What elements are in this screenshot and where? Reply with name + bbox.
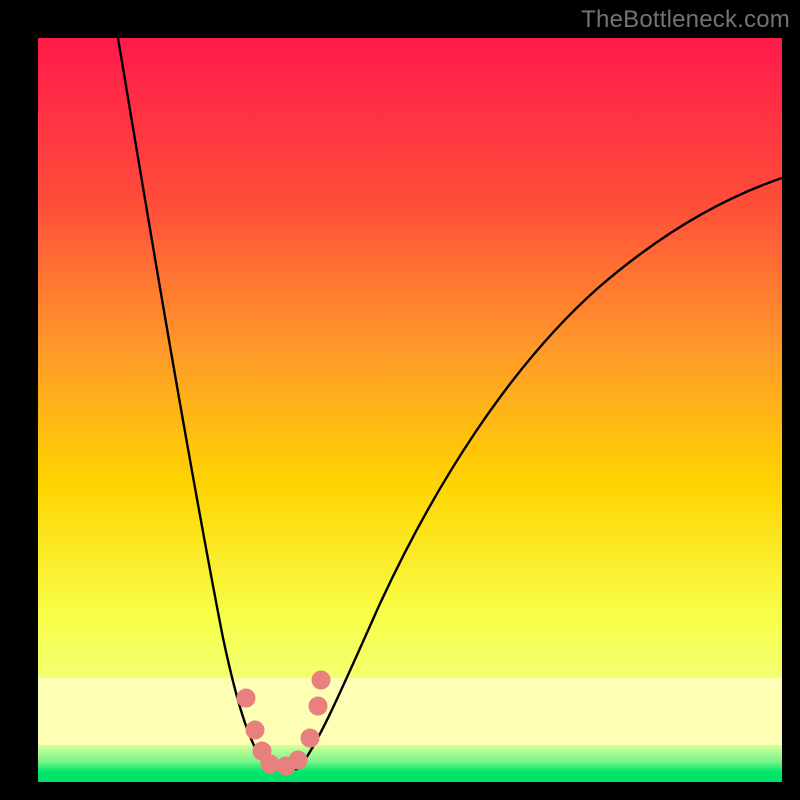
curve-layer bbox=[38, 38, 782, 782]
watermark-text: TheBottleneck.com bbox=[581, 6, 790, 34]
curve-right-branch bbox=[298, 178, 782, 769]
valley-markers bbox=[237, 671, 330, 775]
chart-frame: TheBottleneck.com bbox=[0, 0, 800, 800]
plot-area bbox=[38, 38, 782, 782]
curve-left-branch bbox=[118, 38, 268, 769]
